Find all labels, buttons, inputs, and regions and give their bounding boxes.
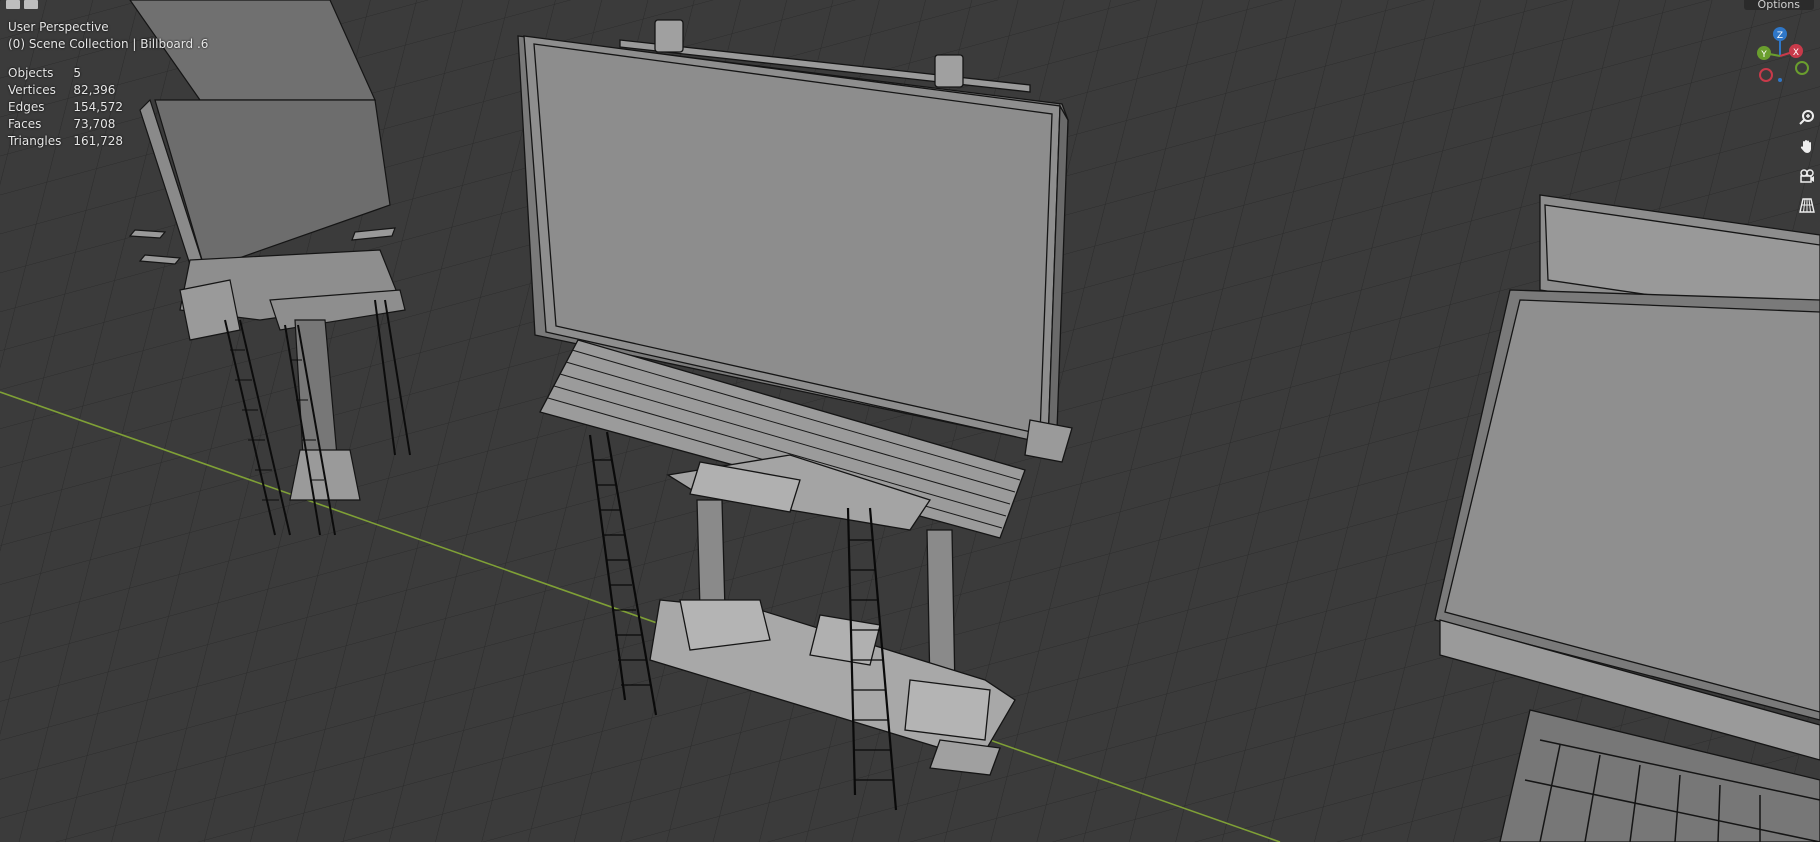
stat-value: 82,396 bbox=[73, 83, 116, 97]
zoom-icon[interactable] bbox=[1796, 106, 1818, 128]
3d-viewport[interactable] bbox=[0, 0, 1820, 842]
gizmo-x-label: X bbox=[1793, 48, 1799, 58]
view-info: User Perspective (0) Scene Collection | … bbox=[8, 19, 208, 53]
stat-label: Triangles bbox=[8, 134, 62, 148]
options-button[interactable]: Options bbox=[1743, 0, 1814, 11]
stat-row: Objects 5 bbox=[8, 65, 123, 82]
stat-row: Triangles 161,728 bbox=[8, 133, 123, 150]
ortho-grid-icon[interactable] bbox=[1796, 194, 1818, 216]
stat-value: 154,572 bbox=[73, 100, 124, 114]
stat-value: 5 bbox=[73, 66, 82, 80]
view-toggle-icon[interactable] bbox=[6, 0, 20, 9]
scene-statistics: Objects 5 Vertices 82,396 Edges 154,572 Fac… bbox=[8, 65, 123, 150]
camera-view-icon[interactable] bbox=[1796, 165, 1818, 187]
viewport-canvas bbox=[0, 0, 1820, 842]
gizmo-neg-y-ball bbox=[1795, 61, 1809, 75]
gizmo-z-label: Z bbox=[1777, 31, 1783, 41]
stat-label: Faces bbox=[8, 117, 42, 131]
collection-toggle-icon[interactable] bbox=[24, 0, 38, 9]
gizmo-neg-z-dot bbox=[1778, 78, 1782, 82]
stat-row: Vertices 82,396 bbox=[8, 82, 123, 99]
stat-value: 73,708 bbox=[73, 117, 116, 131]
stat-row: Faces 73,708 bbox=[8, 116, 123, 133]
navigation-gizmo[interactable]: Z Y X bbox=[1740, 20, 1820, 100]
view-collection-label: (0) Scene Collection | Billboard .6 bbox=[8, 37, 209, 51]
gizmo-neg-x-ball bbox=[1759, 68, 1773, 82]
stat-label: Vertices bbox=[8, 83, 56, 97]
stat-label: Objects bbox=[8, 66, 54, 80]
stat-value: 161,728 bbox=[73, 134, 124, 148]
pan-hand-icon[interactable] bbox=[1796, 135, 1818, 157]
gizmo-y-label: Y bbox=[1760, 50, 1767, 60]
header-widgets[interactable] bbox=[6, 0, 38, 10]
view-perspective-label: User Perspective bbox=[8, 20, 109, 34]
stat-label: Edges bbox=[8, 100, 45, 114]
stat-row: Edges 154,572 bbox=[8, 99, 123, 116]
